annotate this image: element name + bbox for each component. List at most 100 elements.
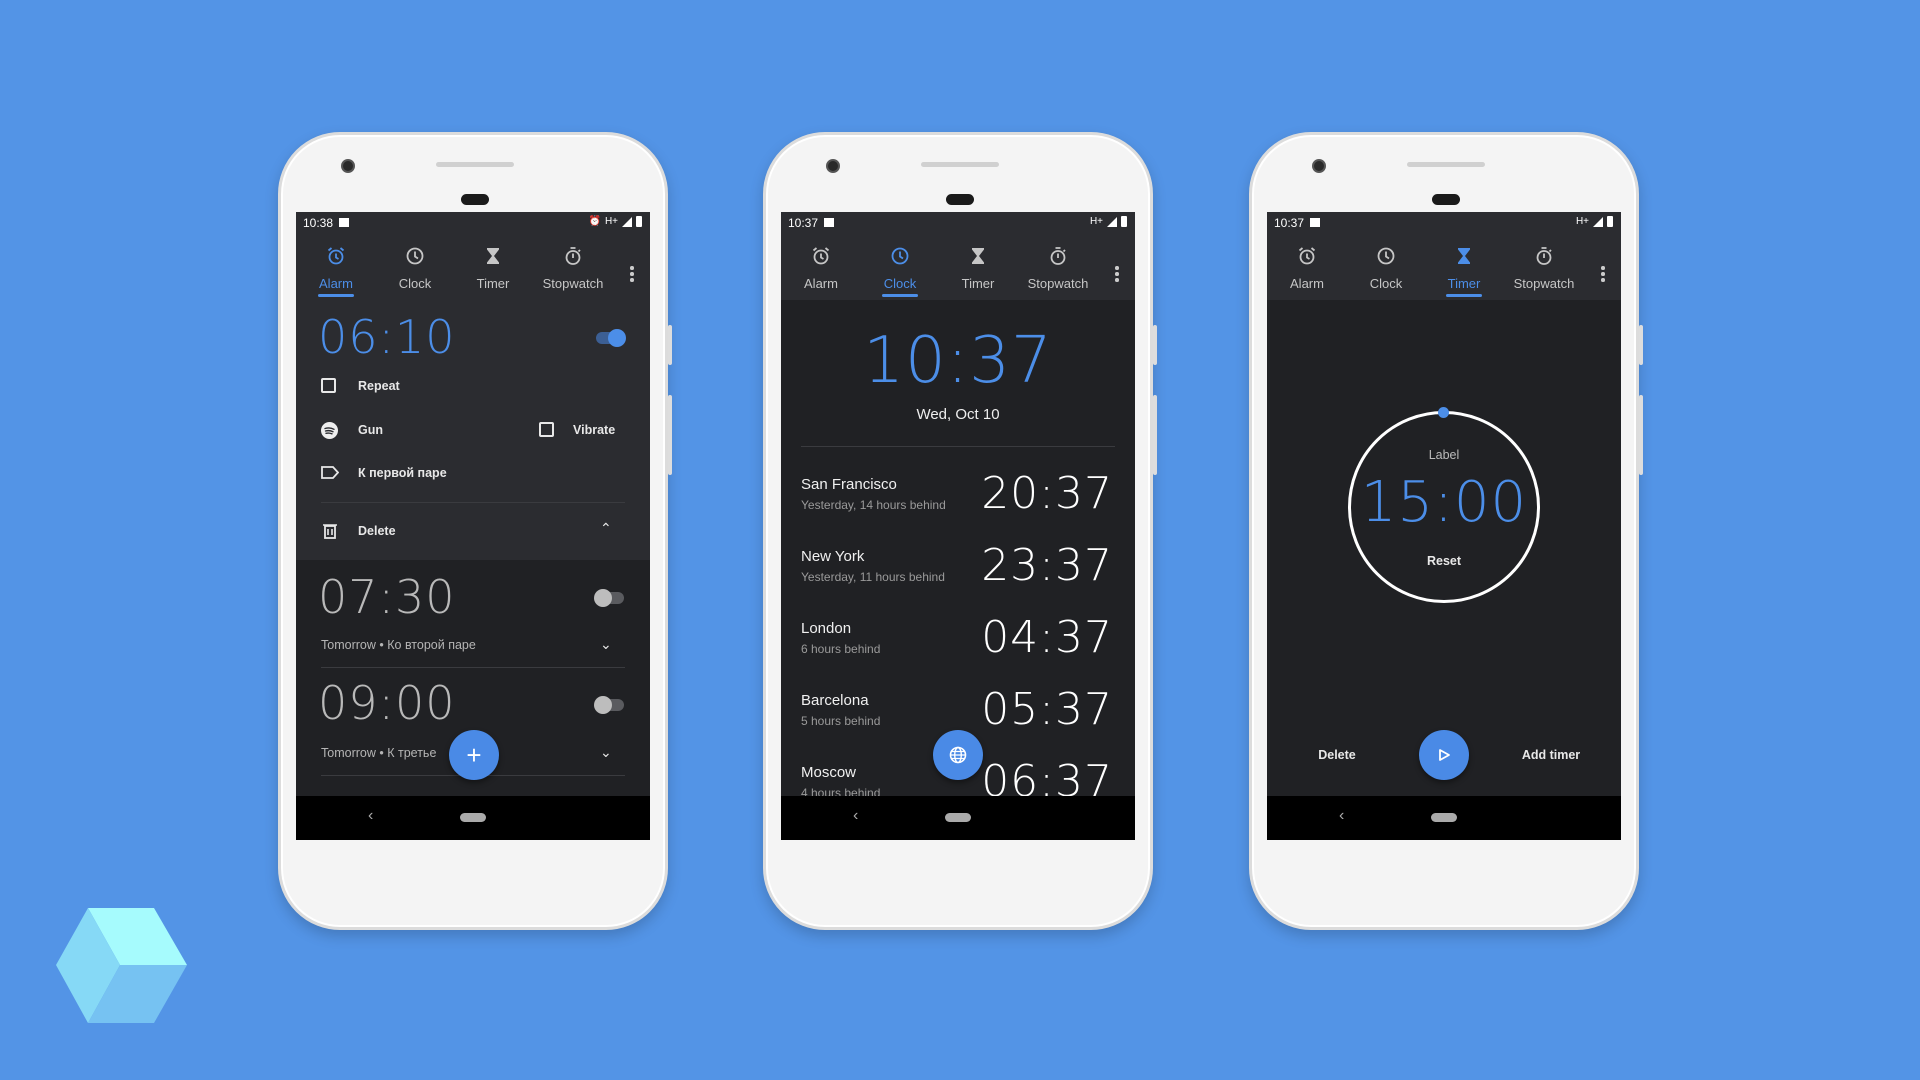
back-icon[interactable]: ‹ xyxy=(853,807,858,825)
tab-bar: Alarm Clock Timer Stopwatch xyxy=(1267,234,1621,300)
timer-label[interactable]: Label xyxy=(1267,448,1621,462)
back-icon[interactable]: ‹ xyxy=(1339,807,1344,825)
repeat-checkbox[interactable] xyxy=(321,378,336,393)
status-time: 10:38 xyxy=(303,216,334,230)
home-button[interactable] xyxy=(945,813,971,822)
divider xyxy=(321,502,625,503)
navigation-bar: ‹ xyxy=(1267,796,1621,840)
more-options-icon[interactable] xyxy=(1115,266,1119,282)
alarm-label[interactable]: К первой паре xyxy=(358,466,447,480)
cube-logo xyxy=(56,908,187,1023)
tab-label: Alarm xyxy=(804,276,838,291)
city-name: Barcelona xyxy=(801,692,869,709)
alarm-time[interactable]: 07:30 xyxy=(318,570,456,624)
alarm-toggle[interactable] xyxy=(596,329,626,347)
alarm-toggle[interactable] xyxy=(594,589,624,607)
hourglass-icon xyxy=(1454,246,1474,266)
clock-screen: 10:37 Wed, Oct 10 San Francisco Yesterday… xyxy=(781,212,1135,840)
collapse-chevron-icon[interactable]: ⌃ xyxy=(600,520,612,537)
city-time: 04:37 xyxy=(981,612,1113,663)
tab-label: Stopwatch xyxy=(1513,276,1575,291)
more-options-icon[interactable] xyxy=(1601,266,1605,282)
ringtone-label[interactable]: Gun xyxy=(358,423,383,437)
city-offset: 6 hours behind xyxy=(801,642,881,656)
speaker-grille xyxy=(1407,162,1485,167)
tab-stopwatch[interactable]: Stopwatch xyxy=(1504,234,1584,300)
navigation-bar: ‹ xyxy=(781,796,1135,840)
alarm-icon xyxy=(326,246,346,266)
city-name: Moscow xyxy=(801,764,857,781)
alarm-summary[interactable]: Tomorrow • Ко второй паре xyxy=(321,638,476,652)
tab-label: Clock xyxy=(883,276,917,291)
start-timer-button[interactable] xyxy=(1419,730,1469,780)
alarm-time[interactable]: 06:10 xyxy=(318,310,456,364)
city-time: 23:37 xyxy=(981,540,1113,591)
more-options-icon[interactable] xyxy=(630,266,634,282)
city-row[interactable]: San Francisco Yesterday, 14 hours behind 2… xyxy=(781,468,1135,534)
city-offset: Yesterday, 11 hours behind xyxy=(801,570,945,584)
navigation-bar: ‹ xyxy=(296,796,650,840)
expand-chevron-icon[interactable]: ⌄ xyxy=(600,636,612,653)
expand-chevron-icon[interactable]: ⌄ xyxy=(600,744,612,761)
network-type: H+ xyxy=(1089,216,1103,227)
reset-button[interactable]: Reset xyxy=(1267,554,1621,568)
plus-icon: + xyxy=(466,739,482,770)
current-date: Wed, Oct 10 xyxy=(916,406,1000,423)
tab-stopwatch[interactable]: Stopwatch xyxy=(1018,234,1098,300)
power-button xyxy=(1639,325,1643,365)
home-button[interactable] xyxy=(460,813,486,822)
stopwatch-icon xyxy=(563,246,583,266)
city-time: 20:37 xyxy=(981,468,1113,519)
power-button xyxy=(1153,325,1157,365)
phone-clock: 10:37 Wed, Oct 10 San Francisco Yesterday… xyxy=(763,132,1157,930)
network-type: H+ xyxy=(604,216,618,227)
image-notification-icon xyxy=(339,218,349,227)
alarm-summary[interactable]: Tomorrow • К третье xyxy=(321,746,436,760)
alarm-time[interactable]: 09:00 xyxy=(318,676,456,730)
alarm-indicator-icon: ⏰ xyxy=(588,216,601,227)
tab-label: Timer xyxy=(961,276,995,291)
tab-clock[interactable]: Clock xyxy=(860,234,940,300)
globe-icon xyxy=(949,746,967,764)
volume-button xyxy=(1639,395,1643,475)
city-row[interactable]: London 6 hours behind 04:37 xyxy=(781,612,1135,678)
tab-stopwatch[interactable]: Stopwatch xyxy=(533,234,613,300)
volume-button xyxy=(1153,395,1157,475)
add-city-button[interactable] xyxy=(933,730,983,780)
battery-icon xyxy=(636,216,642,227)
image-notification-icon xyxy=(1310,218,1320,227)
tab-label: Alarm xyxy=(319,276,353,291)
tab-clock[interactable]: Clock xyxy=(375,234,455,300)
vibrate-checkbox[interactable] xyxy=(539,422,554,437)
battery-icon xyxy=(1121,216,1127,227)
tab-timer[interactable]: Timer xyxy=(938,234,1018,300)
status-bar: 10:37 H+ xyxy=(1267,212,1621,234)
tab-alarm[interactable]: Alarm xyxy=(296,234,376,300)
image-notification-icon xyxy=(824,218,834,227)
tab-alarm[interactable]: Alarm xyxy=(781,234,861,300)
delete-timer-button[interactable]: Delete xyxy=(1297,748,1377,762)
tab-timer[interactable]: Timer xyxy=(453,234,533,300)
back-icon[interactable]: ‹ xyxy=(368,807,373,825)
signal-icon xyxy=(1593,216,1603,227)
separator: • xyxy=(379,746,384,760)
alarm-toggle[interactable] xyxy=(594,696,624,714)
city-time: 05:37 xyxy=(981,684,1113,735)
timer-screen: Label 15:00 Reset Delete Add timer 10:37… xyxy=(1267,212,1621,840)
status-bar: 10:37 H+ xyxy=(781,212,1135,234)
speaker-grille xyxy=(921,162,999,167)
status-time: 10:37 xyxy=(788,216,819,230)
timer-progress-handle xyxy=(1438,407,1449,418)
add-alarm-button[interactable]: + xyxy=(449,730,499,780)
tab-alarm[interactable]: Alarm xyxy=(1267,234,1347,300)
alarm-label: К третье xyxy=(387,746,437,760)
city-name: London xyxy=(801,620,852,637)
tab-timer[interactable]: Timer xyxy=(1424,234,1504,300)
earpiece xyxy=(461,194,489,205)
tab-clock[interactable]: Clock xyxy=(1346,234,1426,300)
tab-label: Clock xyxy=(398,276,432,291)
delete-button[interactable]: Delete xyxy=(358,524,396,538)
add-timer-button[interactable]: Add timer xyxy=(1501,748,1601,762)
city-row[interactable]: New York Yesterday, 11 hours behind 23:37 xyxy=(781,540,1135,606)
home-button[interactable] xyxy=(1431,813,1457,822)
